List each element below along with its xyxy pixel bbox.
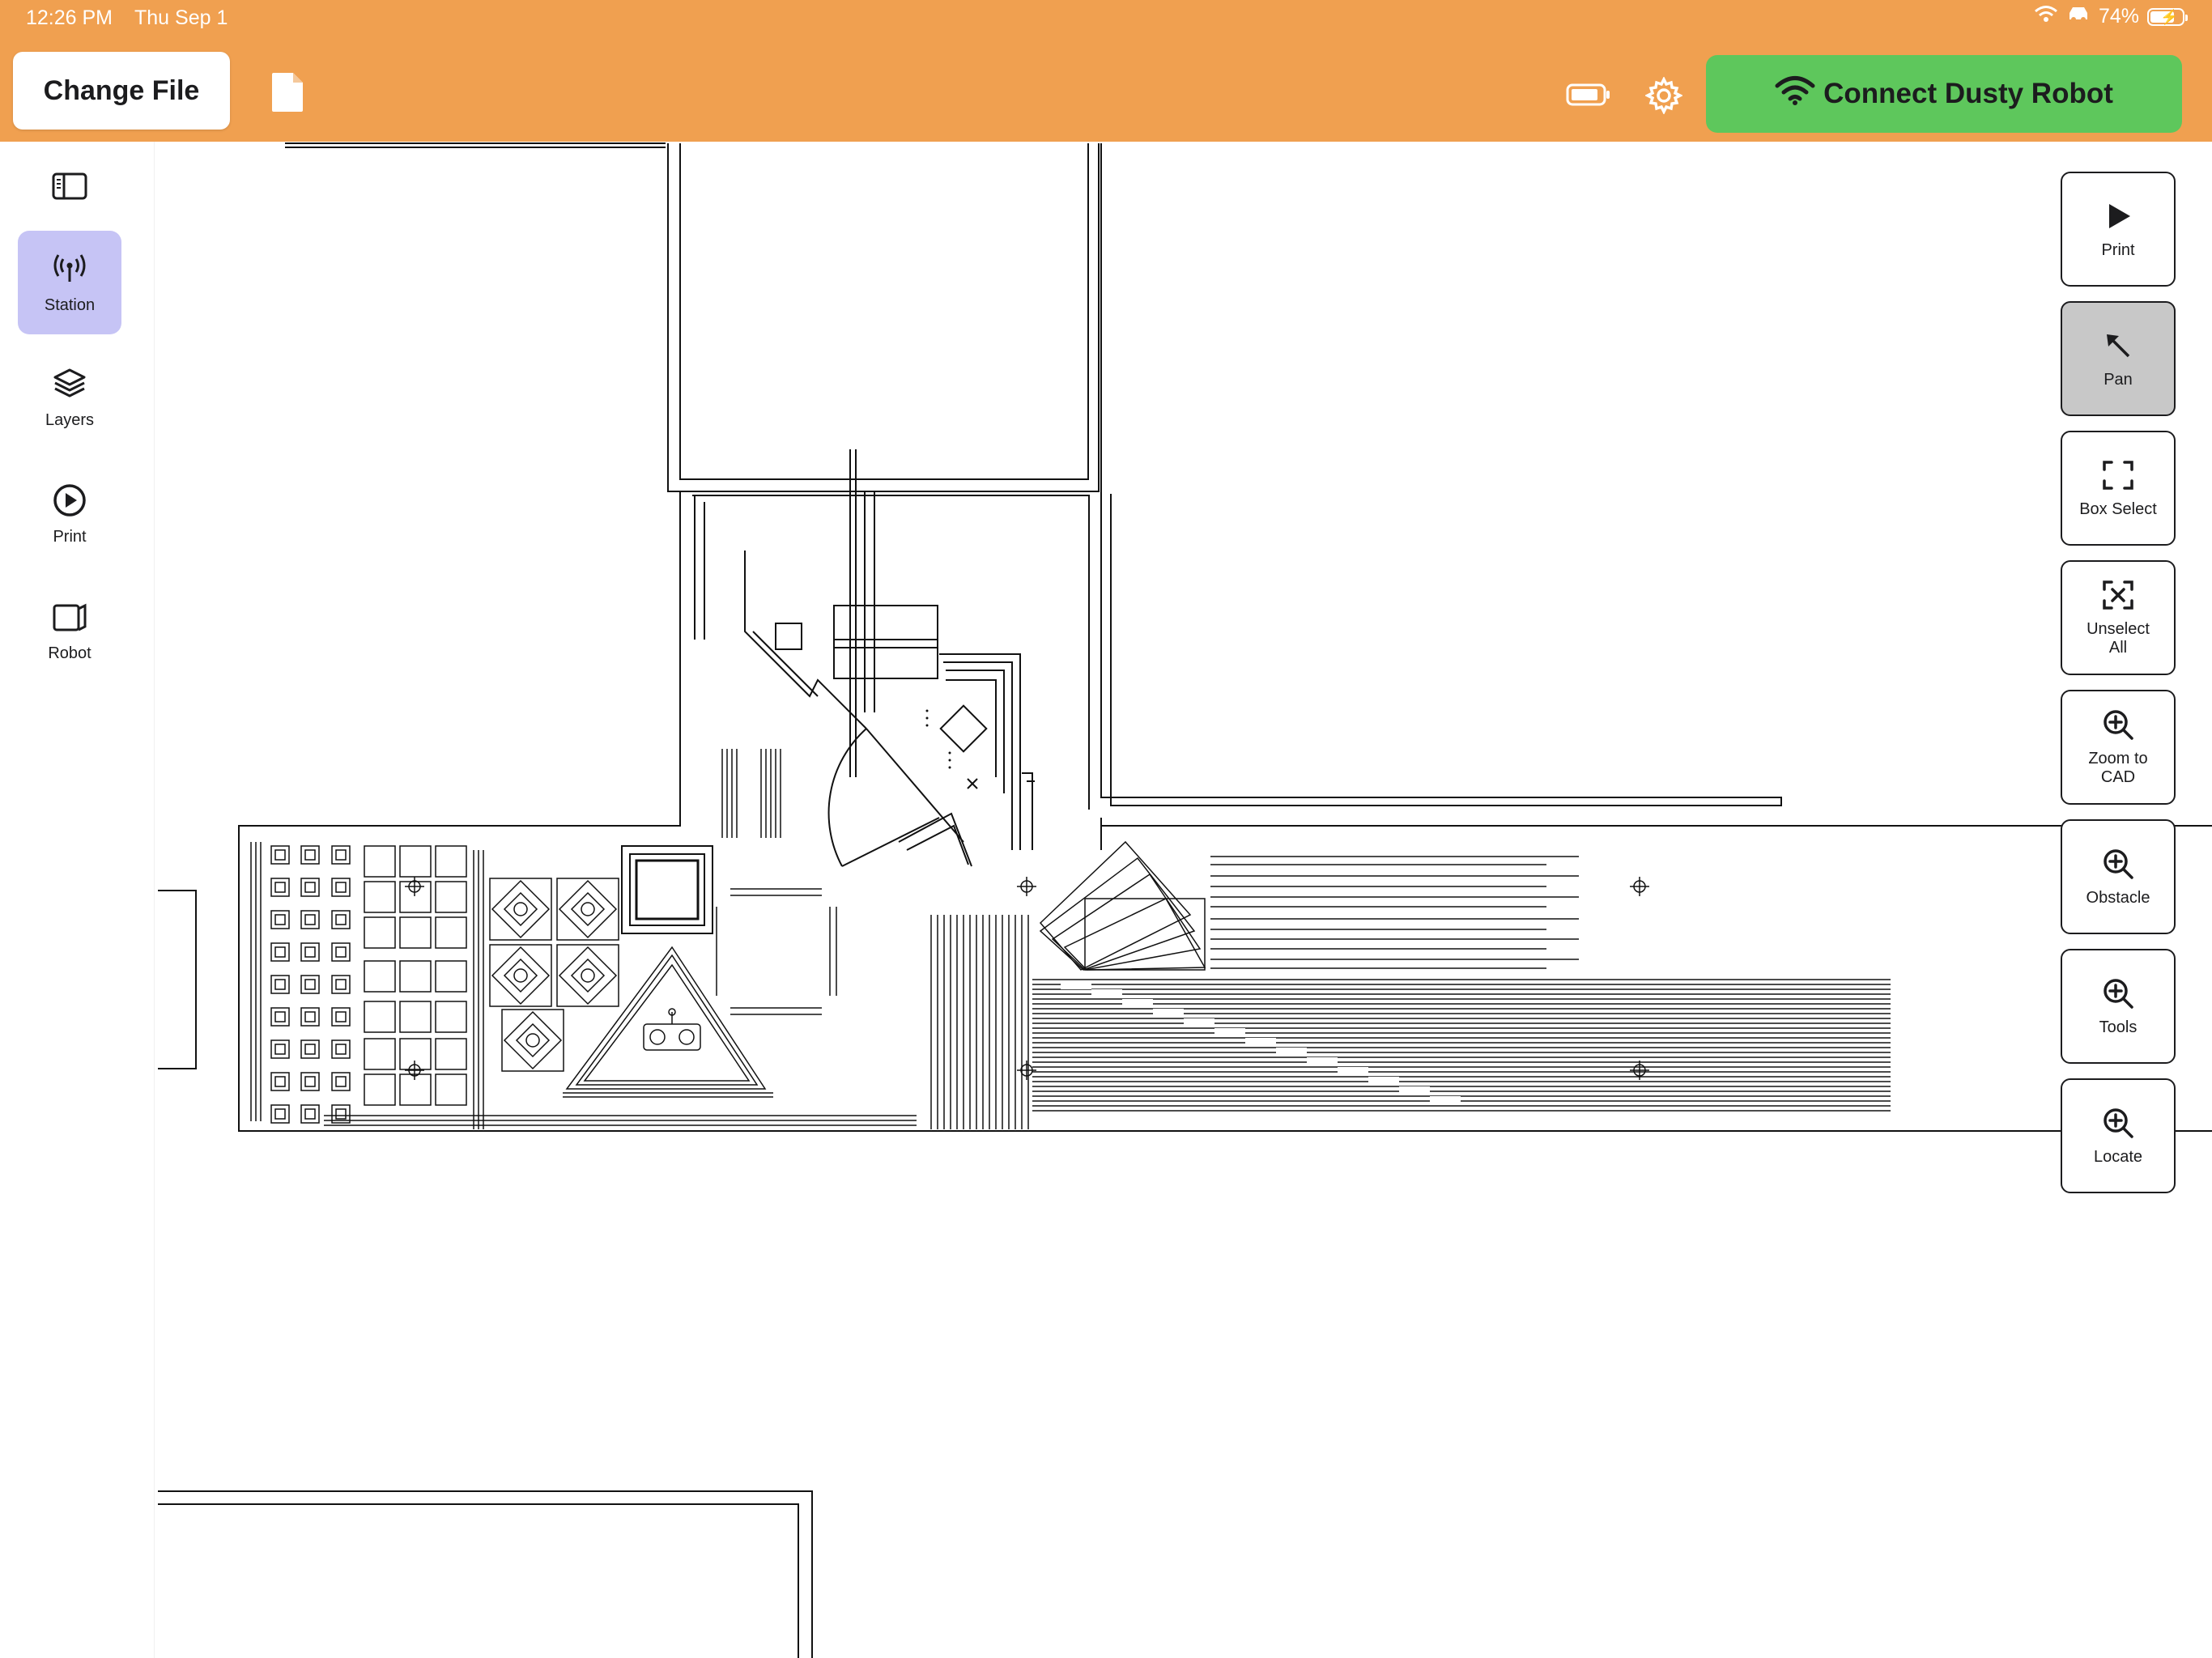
zoom-to-cad-tool-button[interactable]: Zoom to CAD [2061, 690, 2176, 805]
tool-label: Print [2101, 240, 2135, 259]
wifi-icon [2034, 5, 2058, 28]
play-circle-icon [52, 483, 87, 523]
sidebar-item-robot[interactable]: Robot [18, 579, 121, 682]
car-icon [2066, 5, 2091, 28]
tools-tool-button[interactable]: Tools [2061, 949, 2176, 1064]
sidebar-item-label: Layers [45, 410, 95, 429]
document-icon[interactable] [270, 71, 304, 113]
robot-icon [52, 599, 87, 640]
gear-icon[interactable] [1644, 76, 1683, 115]
sidebar-item-print[interactable]: Print [18, 462, 121, 566]
tool-label: Zoom to CAD [2088, 750, 2148, 786]
left-sidebar: Station Layers Print Robot [0, 142, 155, 1658]
unselect-all-tool-button[interactable]: Unselect All [2061, 560, 2176, 675]
status-date: Thu Sep 1 [134, 6, 228, 29]
antenna-icon [52, 251, 87, 291]
floor-plan-drawing [158, 142, 2212, 1658]
status-time: 12:26 PM [26, 6, 113, 29]
connect-label: Connect Dusty Robot [1823, 78, 2113, 109]
play-icon [2101, 199, 2135, 238]
tool-label: Box Select [2079, 500, 2157, 518]
sidebar-item-label: Station [44, 295, 96, 314]
battery-percent: 74% [2098, 5, 2139, 28]
pan-tool-button[interactable]: Pan [2061, 301, 2176, 416]
zoom-icon [2101, 976, 2135, 1015]
change-file-button[interactable]: Change File [13, 52, 230, 130]
tool-label: Locate [2093, 1147, 2143, 1166]
tool-label: Obstacle [2086, 888, 2150, 907]
app-header: 12:26 PM Thu Sep 1 74% ⚡ Change File Con… [0, 0, 2212, 142]
sidebar-item-label: Robot [48, 644, 91, 662]
zoom-icon [2101, 847, 2135, 886]
battery-charging-icon: ⚡ [2147, 7, 2188, 26]
unselect-icon [2101, 578, 2135, 617]
box-select-tool-button[interactable]: Box Select [2061, 431, 2176, 546]
tool-label: Tools [2099, 1018, 2138, 1036]
status-indicators: 74% ⚡ [2034, 5, 2188, 28]
battery-icon [1566, 83, 1611, 107]
wifi-icon [1775, 75, 1815, 113]
sidebar-toggle-icon[interactable] [52, 172, 87, 204]
locate-tool-button[interactable]: Locate [2061, 1078, 2176, 1193]
sidebar-item-station[interactable]: Station [18, 231, 121, 334]
zoom-icon [2101, 708, 2135, 746]
tool-label: Unselect All [2087, 620, 2150, 657]
arrow-pointer-icon [2101, 329, 2135, 368]
sidebar-item-label: Print [53, 527, 87, 546]
sidebar-item-layers[interactable]: Layers [18, 346, 121, 449]
tool-label: Pan [2104, 370, 2133, 389]
zoom-icon [2101, 1106, 2135, 1145]
connect-robot-button[interactable]: Connect Dusty Robot [1706, 55, 2182, 133]
box-select-icon [2101, 458, 2135, 497]
cad-canvas[interactable] [154, 142, 2212, 1658]
obstacle-tool-button[interactable]: Obstacle [2061, 819, 2176, 934]
print-tool-button[interactable]: Print [2061, 172, 2176, 287]
layers-icon [52, 366, 87, 406]
